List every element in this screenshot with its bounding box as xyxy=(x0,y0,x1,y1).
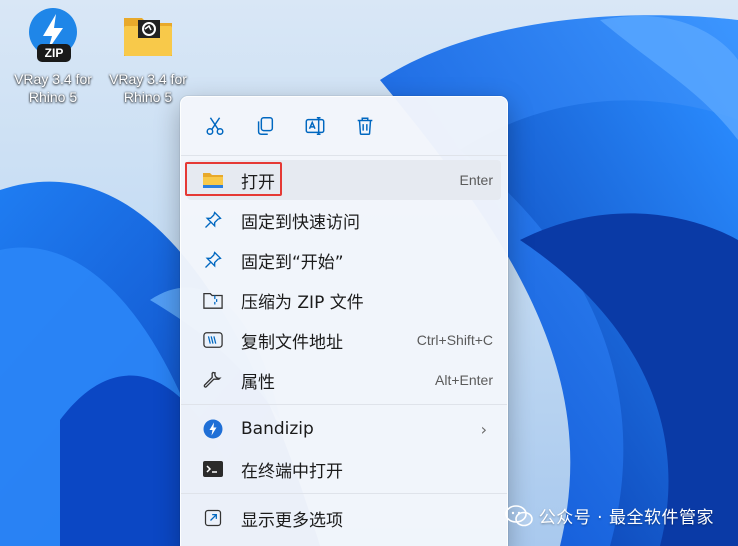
copy-button[interactable] xyxy=(245,106,285,146)
menu-item-shortcut: Ctrl+Shift+C xyxy=(416,332,493,348)
folder-icon xyxy=(201,168,225,192)
pin-icon xyxy=(201,208,225,232)
menu-item-label: 压缩为 ZIP 文件 xyxy=(241,292,364,313)
menu-item-properties[interactable]: 属性 Alt+Enter xyxy=(187,360,501,400)
desktop-icon-label: VRay 3.4 for Rhino 5 xyxy=(14,71,92,105)
rename-icon xyxy=(305,117,325,135)
menu-group-extensions: Bandizip › 在终端中打开 xyxy=(181,405,507,493)
path-icon xyxy=(201,328,225,352)
menu-item-label: 显示更多选项 xyxy=(241,510,343,531)
chevron-right-icon: › xyxy=(480,419,487,439)
context-menu: 打开 Enter 固定到快速访问 固定到“开始” 压缩为 ZIP 文件 复制文件… xyxy=(180,96,508,546)
menu-item-shortcut: Alt+Enter xyxy=(435,372,493,388)
menu-item-pin-quick-access[interactable]: 固定到快速访问 xyxy=(187,200,501,240)
menu-group-more: 显示更多选项 xyxy=(181,494,507,542)
menu-item-compress-zip[interactable]: 压缩为 ZIP 文件 xyxy=(187,280,501,320)
zip-folder-icon xyxy=(201,288,225,312)
wrench-icon xyxy=(201,368,225,392)
menu-item-label: 复制文件地址 xyxy=(241,332,343,353)
desktop-icon-zip[interactable]: ZIP VRay 3.4 for Rhino 5 xyxy=(7,6,99,116)
menu-item-label: 属性 xyxy=(241,372,275,393)
delete-button[interactable] xyxy=(345,106,385,146)
bandizip-icon xyxy=(201,417,225,441)
watermark-text: 公众号 · 最全软件管家 xyxy=(538,508,714,528)
menu-item-label: 固定到快速访问 xyxy=(241,212,360,233)
more-options-icon xyxy=(201,506,225,530)
menu-item-shortcut: Enter xyxy=(459,172,493,188)
zip-archive-icon: ZIP xyxy=(23,6,83,66)
cut-button[interactable] xyxy=(195,106,235,146)
zip-badge: ZIP xyxy=(44,46,64,60)
menu-item-show-more-options[interactable]: 显示更多选项 xyxy=(187,498,501,538)
cut-icon xyxy=(206,117,224,135)
wechat-icon xyxy=(504,504,533,526)
menu-item-bandizip[interactable]: Bandizip › xyxy=(187,409,501,449)
watermark: 公众号 · 最全软件管家 xyxy=(504,503,714,528)
terminal-icon xyxy=(201,457,225,481)
menu-item-label: Bandizip xyxy=(241,419,314,439)
menu-item-pin-start[interactable]: 固定到“开始” xyxy=(187,240,501,280)
menu-item-label: 打开 xyxy=(241,172,275,193)
menu-item-label: 在终端中打开 xyxy=(241,461,343,482)
menu-group-main: 打开 Enter 固定到快速访问 固定到“开始” 压缩为 ZIP 文件 复制文件… xyxy=(181,156,507,404)
copy-icon xyxy=(257,117,274,135)
menu-item-open[interactable]: 打开 Enter xyxy=(187,160,501,200)
menu-item-copy-path[interactable]: 复制文件地址 Ctrl+Shift+C xyxy=(187,320,501,360)
menu-item-label: 固定到“开始” xyxy=(241,252,344,273)
pin-icon xyxy=(201,248,225,272)
delete-icon xyxy=(357,117,373,135)
rename-button[interactable] xyxy=(295,106,335,146)
quick-actions-row xyxy=(181,97,507,155)
menu-item-open-terminal[interactable]: 在终端中打开 xyxy=(187,449,501,489)
folder-icon xyxy=(118,6,178,66)
